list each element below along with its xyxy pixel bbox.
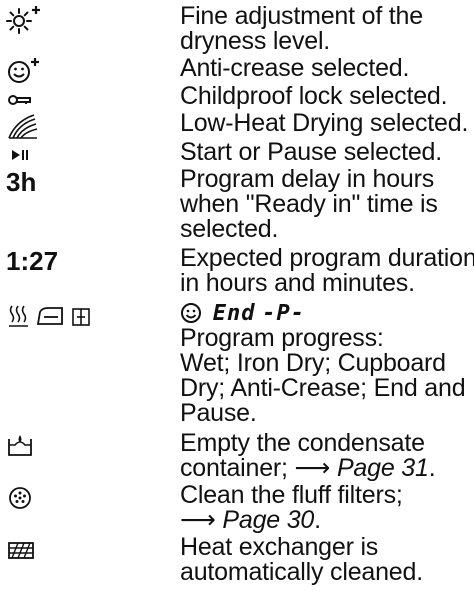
legend-text: Anti-crease selected. — [180, 54, 410, 82]
start-pause-icon — [6, 140, 176, 170]
legend-text: Clean the fluff filters; — [180, 481, 403, 509]
legend-text: Start or Pause selected. — [180, 138, 443, 166]
legend-text: dryness level. — [180, 27, 331, 55]
symbol-legend: Fine adjustment of the dryness level. An… — [0, 0, 474, 603]
legend-text: Heat exchanger is — [180, 533, 379, 561]
legend-text: Program progress: — [180, 324, 384, 352]
delay-hours-symbol: 3h — [6, 167, 37, 197]
legend-text: ⟶ Page 30. — [180, 508, 472, 533]
dryness-adjust-icon — [6, 4, 176, 34]
arrow-icon: ⟶ — [180, 506, 216, 534]
empty-condensate-icon — [6, 431, 176, 461]
iron-dry-icon — [36, 307, 63, 325]
legend-text: Empty the condensate — [180, 429, 425, 457]
legend-text: Expected program duration — [180, 244, 474, 272]
fluff-filter-icon — [6, 483, 176, 513]
end-display: End — [212, 301, 256, 326]
cupboard-dry-icon — [72, 308, 90, 326]
pause-display: -P- — [262, 301, 305, 326]
wet-icon — [9, 305, 28, 327]
legend-text: Fine adjustment of the — [180, 2, 423, 30]
heat-exchanger-icon — [6, 535, 176, 565]
progress-display: End -P- — [180, 300, 472, 326]
legend-text: when "Ready in" time is — [180, 190, 438, 218]
legend-text: in hours and minutes. — [180, 269, 415, 297]
legend-text: Dry; Anti-Crease; End and — [180, 374, 466, 402]
legend-text: Wet; Iron Dry; Cupboard — [180, 349, 446, 377]
ref-suffix: . — [314, 506, 321, 534]
page-reference-link[interactable]: Page 30 — [222, 506, 314, 534]
legend-text: selected. — [180, 215, 279, 243]
ref-prefix: container; — [180, 454, 295, 482]
legend-text: automatically cleaned. — [180, 558, 423, 586]
arrow-icon: ⟶ — [294, 454, 331, 482]
legend-text: Program delay in hours — [180, 165, 435, 193]
legend-text: Low-Heat Drying selected. — [180, 109, 469, 137]
legend-text: container; ⟶ Page 31. — [180, 456, 472, 481]
legend-text: Pause. — [180, 399, 257, 427]
progress-icons — [6, 300, 176, 330]
low-heat-icon — [6, 111, 176, 141]
anti-crease-icon — [6, 56, 176, 86]
legend-text: Childproof lock selected. — [180, 82, 448, 110]
duration-symbol: 1:27 — [6, 246, 59, 276]
ref-suffix: . — [428, 454, 436, 482]
childproof-lock-icon — [6, 84, 176, 114]
page-reference-link[interactable]: Page 31 — [337, 454, 429, 482]
anti-crease-icon — [180, 300, 206, 325]
